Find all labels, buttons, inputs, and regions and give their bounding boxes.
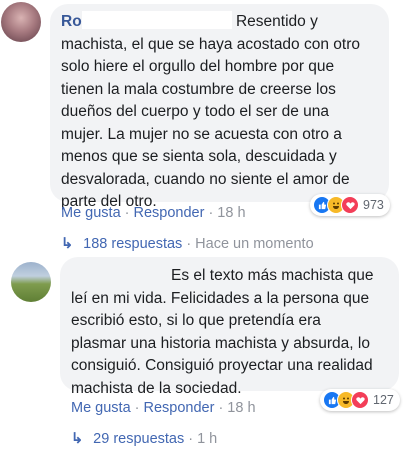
reply-button[interactable]: Responder [144, 400, 215, 416]
reaction-count: 973 [363, 198, 384, 212]
comment-text-start: Resentido y [235, 13, 318, 30]
comment-actions: Me gusta · Responder · 18 h [61, 205, 246, 221]
love-icon [341, 196, 359, 214]
view-replies-link[interactable]: ↳ 29 respuestas · 1 h [71, 431, 217, 447]
separator-dot: · [186, 236, 192, 252]
comment-text: Es el texto más machista que leí en mi v… [71, 265, 393, 400]
like-button[interactable]: Me gusta [61, 205, 121, 221]
comment-timestamp[interactable]: 18 h [217, 205, 245, 221]
comments-panel: Ro Resentido y machista, el que se haya … [0, 0, 403, 455]
reply-arrow-icon: ↳ [71, 431, 84, 447]
commenter-avatar[interactable] [1, 2, 41, 42]
separator-dot: · [218, 400, 224, 416]
comment-text-body: Es el texto más machista que leí en mi v… [71, 267, 374, 397]
separator-dot: · [134, 400, 140, 416]
replies-timestamp: Hace un momento [195, 236, 314, 252]
like-button[interactable]: Me gusta [71, 400, 131, 416]
reply-arrow-icon: ↳ [61, 236, 74, 252]
love-icon [351, 391, 369, 409]
commenter-avatar[interactable] [11, 262, 51, 302]
reactions-summary[interactable]: 127 [320, 389, 400, 411]
comment-timestamp[interactable]: 18 h [227, 400, 255, 416]
comment-text-body: machista, el que se haya acostado con ot… [61, 35, 360, 211]
separator-dot: · [188, 431, 194, 447]
comment-actions: Me gusta · Responder · 18 h [71, 400, 256, 416]
replies-count[interactable]: 29 respuestas [93, 431, 184, 447]
separator-dot: · [124, 205, 130, 221]
view-replies-link[interactable]: ↳ 188 respuestas · Hace un momento [61, 236, 314, 252]
comment-text: Ro Resentido y machista, el que se haya … [61, 11, 391, 214]
separator-dot: · [208, 205, 214, 221]
reactions-summary[interactable]: 973 [310, 194, 390, 216]
comment-author-name[interactable]: Ro [61, 13, 82, 30]
redacted-name [81, 11, 232, 29]
replies-count[interactable]: 188 respuestas [83, 236, 182, 252]
reply-button[interactable]: Responder [134, 205, 205, 221]
reaction-count: 127 [373, 393, 394, 407]
replies-timestamp: 1 h [197, 431, 218, 447]
